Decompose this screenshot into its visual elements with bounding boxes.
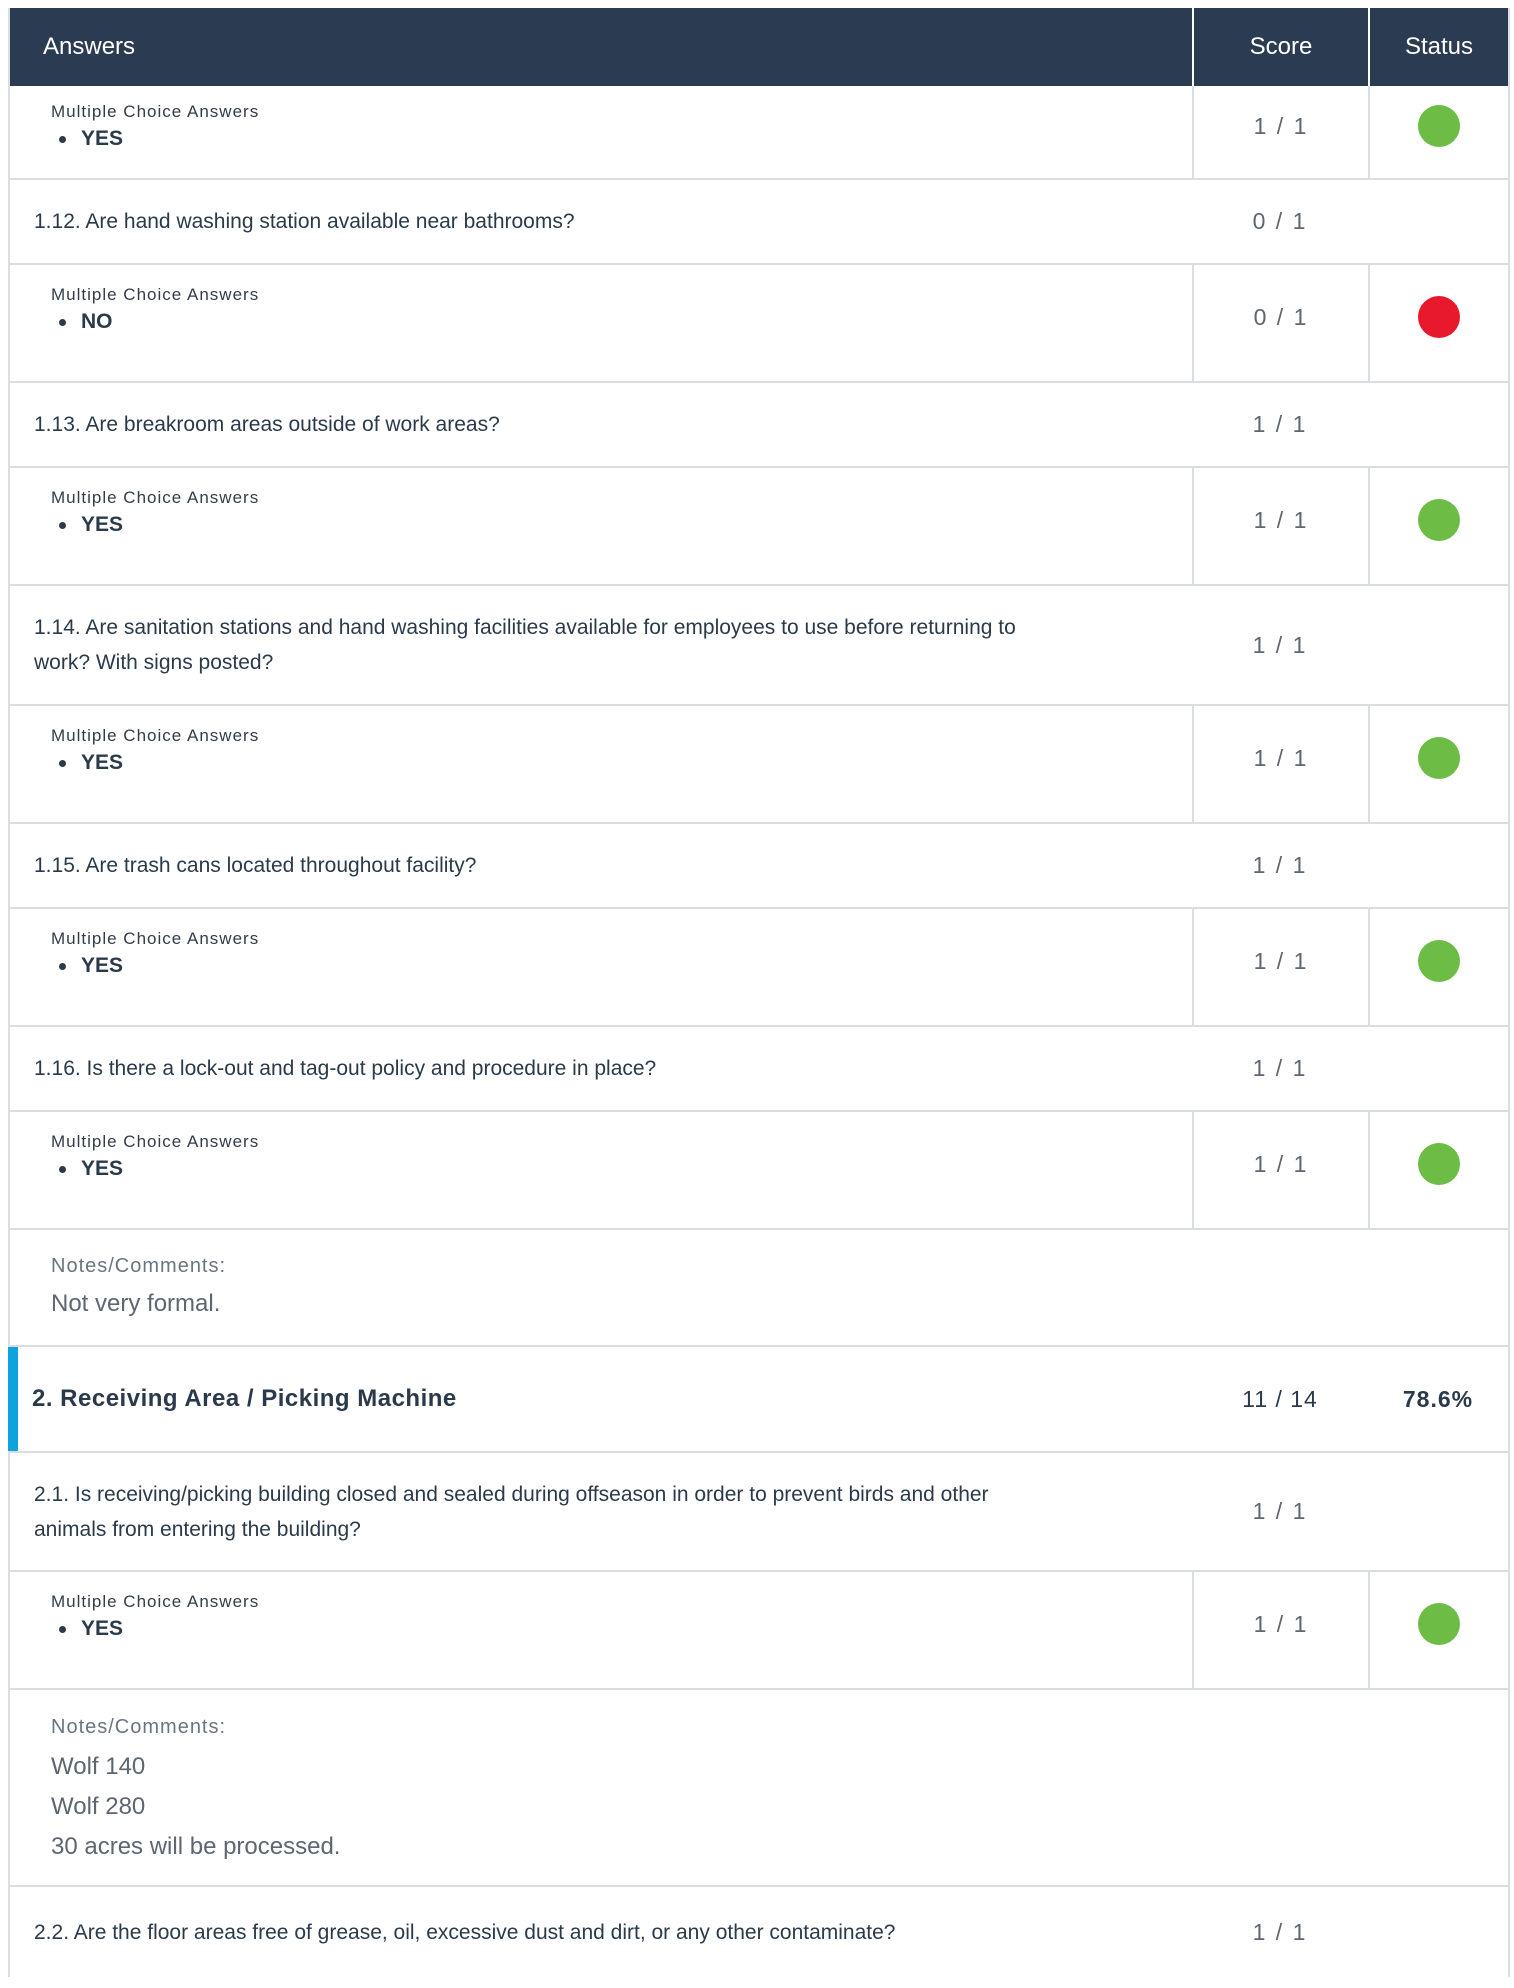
answer-row: Multiple Choice Answers YES 1 / 1 — [10, 706, 1508, 824]
answer-row: Multiple Choice Answers NO 0 / 1 — [10, 265, 1508, 383]
answer-score: 1 / 1 — [1192, 1112, 1368, 1228]
answer-value: YES — [81, 513, 124, 536]
table-header: Answers Score Status — [10, 8, 1508, 86]
answers-table: Answers Score Status Multiple Choice Ans… — [8, 8, 1510, 1977]
question-score: 1 / 1 — [1252, 1055, 1308, 1081]
answer-row: Multiple Choice Answers YES 1 / 1 — [10, 909, 1508, 1027]
answer-score: 1 / 1 — [1192, 1572, 1368, 1688]
question-text-line-2: work? With signs posted? — [34, 651, 274, 674]
question-row: 1.13. Are breakroom areas outside of wor… — [10, 383, 1508, 468]
section-score: 11 / 14 — [1242, 1385, 1318, 1412]
notes-label: Notes/Comments: — [51, 1255, 227, 1277]
header-answers: Answers — [43, 33, 136, 60]
bullet-icon — [59, 1625, 66, 1633]
status-fail-icon — [1418, 296, 1460, 338]
answer-value: YES — [81, 954, 124, 977]
question-row: 2.2. Are the floor areas free of grease,… — [10, 1887, 1508, 1977]
answer-score: 1 / 1 — [1192, 468, 1368, 584]
mc-label: Multiple Choice Answers — [51, 1592, 260, 1611]
notes-line: Wolf 280 — [51, 1793, 146, 1820]
question-score: 1 / 1 — [1252, 1918, 1308, 1945]
notes-label: Notes/Comments: — [51, 1716, 227, 1738]
question-text-line-2: animals from entering the building? — [34, 1517, 361, 1541]
question-text: 1.16. Is there a lock-out and tag-out po… — [34, 1057, 657, 1080]
answer-value: YES — [81, 127, 124, 150]
answer-value: YES — [81, 1157, 124, 1180]
answer-row: Multiple Choice Answers YES 1 / 1 — [10, 1572, 1508, 1690]
question-score: 1 / 1 — [1252, 411, 1308, 437]
header-score: Score — [1192, 8, 1368, 86]
question-score: 0 / 1 — [1252, 208, 1308, 234]
bullet-icon — [59, 759, 66, 767]
question-score: 1 / 1 — [1252, 1498, 1308, 1524]
answer-value: YES — [81, 1617, 124, 1640]
answer-score: 0 / 1 — [1192, 265, 1368, 381]
notes-block: Notes/Comments: Wolf 140 Wolf 280 30 acr… — [10, 1690, 1508, 1887]
question-row: 1.15. Are trash cans located throughout … — [10, 824, 1508, 909]
question-text: 1.15. Are trash cans located throughout … — [34, 854, 477, 877]
status-pass-icon — [1418, 940, 1460, 982]
question-text-line-1: 2.1. Is receiving/picking building close… — [34, 1482, 989, 1506]
answer-value: YES — [81, 751, 124, 774]
section-header: 2. Receiving Area / Picking Machine 11 /… — [8, 1347, 1508, 1453]
question-score: 1 / 1 — [1252, 852, 1308, 878]
answer-value: NO — [81, 310, 113, 333]
status-pass-icon — [1418, 737, 1460, 779]
bullet-icon — [59, 135, 66, 143]
answer-row: Multiple Choice Answers YES 1 / 1 — [10, 86, 1508, 180]
mc-label: Multiple Choice Answers — [51, 285, 260, 304]
question-text: 1.12. Are hand washing station available… — [34, 210, 575, 233]
notes-line: Wolf 140 — [51, 1753, 146, 1780]
mc-label: Multiple Choice Answers — [51, 929, 260, 948]
answer-score: 1 / 1 — [1192, 706, 1368, 822]
question-text: 1.13. Are breakroom areas outside of wor… — [34, 413, 500, 436]
answer-row: Multiple Choice Answers YES 1 / 1 — [10, 468, 1508, 586]
bullet-icon — [59, 521, 66, 529]
notes-line: Not very formal. — [51, 1290, 221, 1317]
section-title: 2. Receiving Area / Picking Machine — [32, 1385, 457, 1412]
notes-line: 30 acres will be processed. — [51, 1833, 341, 1860]
status-pass-icon — [1418, 1143, 1460, 1185]
bullet-icon — [59, 1165, 66, 1173]
bullet-icon — [59, 962, 66, 970]
question-text-line-1: 1.14. Are sanitation stations and hand w… — [34, 616, 1016, 639]
question-score: 1 / 1 — [1252, 631, 1308, 658]
section-accent — [8, 1347, 18, 1451]
answer-score: 1 / 1 — [1192, 909, 1368, 1025]
status-pass-icon — [1418, 105, 1460, 147]
question-row: 2.1. Is receiving/picking building close… — [10, 1453, 1508, 1572]
section-percent: 78.6% — [1402, 1385, 1474, 1412]
question-row: 1.12. Are hand washing station available… — [10, 180, 1508, 265]
mc-label: Multiple Choice Answers — [51, 1132, 260, 1151]
question-row: 1.14. Are sanitation stations and hand w… — [10, 586, 1508, 706]
mc-label: Multiple Choice Answers — [51, 488, 260, 507]
status-pass-icon — [1418, 1603, 1460, 1645]
question-row: 1.16. Is there a lock-out and tag-out po… — [10, 1027, 1508, 1112]
notes-block: Notes/Comments: Not very formal. — [10, 1230, 1508, 1347]
question-text: 2.2. Are the floor areas free of grease,… — [34, 1920, 896, 1944]
mc-label: Multiple Choice Answers — [51, 102, 260, 121]
bullet-icon — [59, 318, 66, 326]
mc-label: Multiple Choice Answers — [51, 726, 260, 745]
header-status: Status — [1368, 8, 1508, 86]
answer-row: Multiple Choice Answers YES 1 / 1 — [10, 1112, 1508, 1230]
status-pass-icon — [1418, 499, 1460, 541]
answer-score: 1 / 1 — [1192, 86, 1368, 178]
